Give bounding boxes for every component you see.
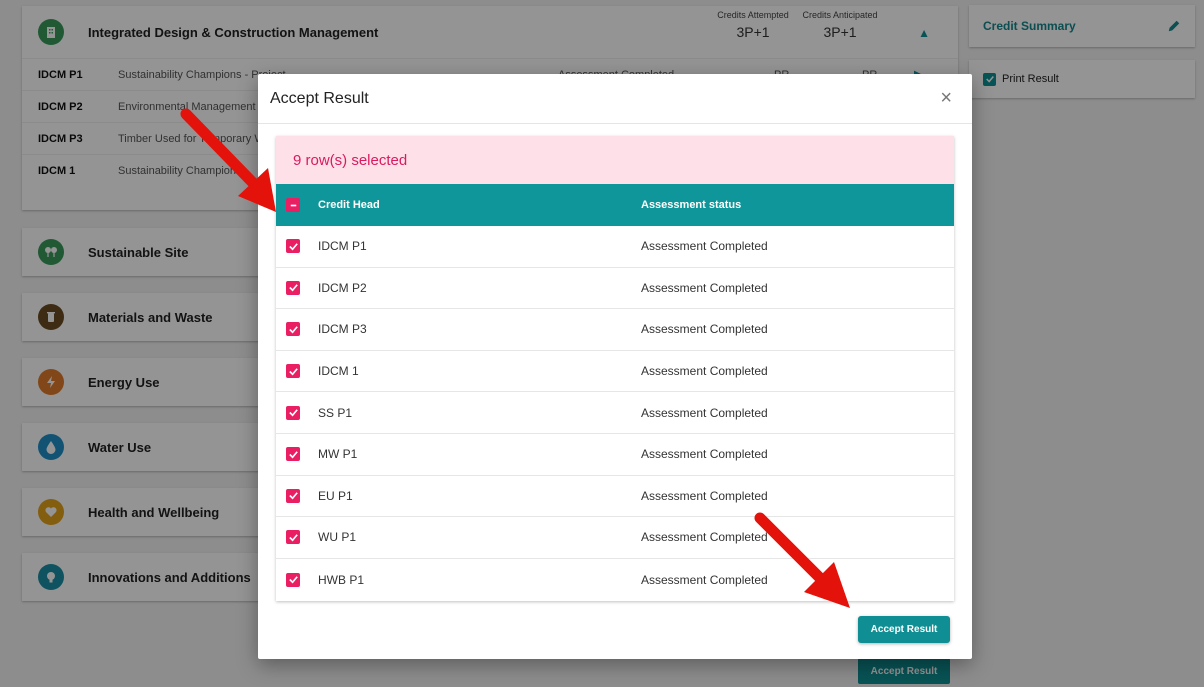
assessment-status-cell: Assessment Completed (641, 280, 768, 295)
credit-head-cell: EU P1 (318, 488, 353, 503)
column-credit-head[interactable]: Credit Head (318, 199, 380, 211)
app-background: Integrated Design & Construction Managem… (0, 0, 1204, 687)
assessment-status-cell: Assessment Completed (641, 364, 768, 379)
credit-head-cell: IDCM P2 (318, 280, 367, 295)
row-checkbox[interactable] (286, 405, 300, 420)
credit-head-cell: IDCM P1 (318, 239, 367, 254)
assessment-status-cell: Assessment Completed (641, 322, 768, 337)
accept-result-dialog: Accept Result × 9 row(s) selected Credit… (258, 74, 972, 659)
assessment-status-cell: Assessment Completed (641, 488, 768, 503)
table-row[interactable]: IDCM P3 Assessment Completed (276, 309, 954, 351)
table-row[interactable]: IDCM P1 Assessment Completed (276, 226, 954, 268)
credit-head-cell: IDCM 1 (318, 364, 359, 379)
row-checkbox[interactable] (286, 239, 300, 254)
row-checkbox[interactable] (286, 488, 300, 503)
assessment-status-cell: Assessment Completed (641, 405, 768, 420)
row-checkbox[interactable] (286, 322, 300, 337)
table-row[interactable]: HWB P1 Assessment Completed (276, 559, 954, 601)
dialog-title: Accept Result (270, 89, 369, 107)
close-icon[interactable]: × (940, 88, 952, 108)
credit-head-cell: MW P1 (318, 447, 358, 462)
row-checkbox[interactable] (286, 572, 300, 587)
table-row[interactable]: EU P1 Assessment Completed (276, 476, 954, 518)
credit-head-cell: WU P1 (318, 530, 357, 545)
assessment-status-cell: Assessment Completed (641, 239, 768, 254)
select-all-checkbox[interactable] (286, 198, 300, 212)
credit-head-cell: HWB P1 (318, 572, 365, 587)
column-assessment-status[interactable]: Assessment status (641, 199, 741, 211)
table-row[interactable]: WU P1 Assessment Completed (276, 517, 954, 559)
selection-banner: 9 row(s) selected (276, 136, 954, 184)
table-row[interactable]: IDCM P2 Assessment Completed (276, 268, 954, 310)
assessment-status-cell: Assessment Completed (641, 530, 768, 545)
row-checkbox[interactable] (286, 447, 300, 462)
results-table: 9 row(s) selected Credit Head Assessment… (276, 136, 954, 601)
row-checkbox[interactable] (286, 530, 300, 545)
table-header: Credit Head Assessment status (276, 184, 954, 226)
assessment-status-cell: Assessment Completed (641, 447, 768, 462)
table-row[interactable]: SS P1 Assessment Completed (276, 392, 954, 434)
accept-result-button[interactable]: Accept Result (858, 616, 950, 643)
credit-head-cell: SS P1 (318, 405, 353, 420)
row-checkbox[interactable] (286, 364, 300, 379)
credit-head-cell: IDCM P3 (318, 322, 367, 337)
row-checkbox[interactable] (286, 280, 300, 295)
assessment-status-cell: Assessment Completed (641, 572, 768, 587)
table-row[interactable]: MW P1 Assessment Completed (276, 434, 954, 476)
dialog-header: Accept Result × (258, 74, 972, 124)
table-row[interactable]: IDCM 1 Assessment Completed (276, 351, 954, 393)
